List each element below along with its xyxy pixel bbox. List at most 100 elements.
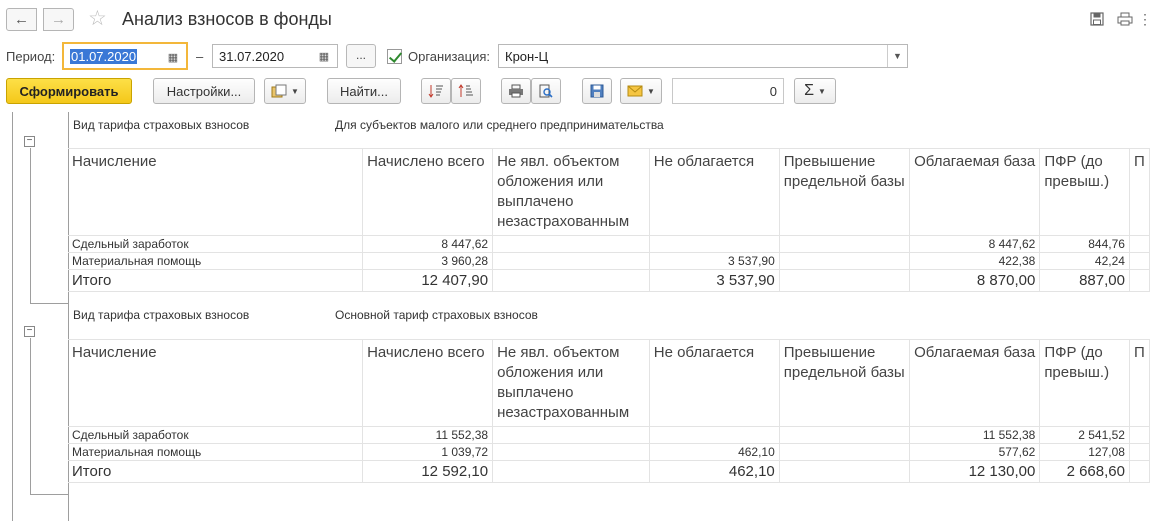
collapse-group-1-icon[interactable]: −: [24, 136, 35, 147]
save-report-button[interactable]: [582, 78, 612, 104]
group-1-bracket-end: [30, 303, 68, 304]
arrow-right-icon: →: [51, 11, 66, 28]
save-icon[interactable]: [1088, 10, 1106, 28]
date-to-value: 31.07.2020: [219, 49, 285, 64]
column-header: Не явл. объектом обложения или выплачено…: [492, 339, 650, 427]
table-cell: 42,24: [1039, 252, 1130, 270]
print-icon[interactable]: [1116, 10, 1134, 28]
organization-select[interactable]: Крон-Ц ▼: [498, 44, 908, 68]
sigma-icon: Σ: [804, 82, 814, 99]
settings-button[interactable]: Настройки...: [153, 78, 255, 104]
total-label: Итого: [68, 460, 364, 483]
table-cell: 8 447,62: [362, 235, 494, 253]
table-cell: Сдельный заработок: [68, 235, 364, 253]
table-cell: Материальная помощь: [68, 252, 364, 270]
table-cell: 3 537,90: [649, 252, 780, 270]
table-cell: Материальная помощь: [68, 443, 364, 461]
total-cell: 12 592,10: [362, 460, 494, 483]
total-cell: 12 130,00: [909, 460, 1041, 483]
envelope-icon: [627, 85, 643, 97]
table-cell: 577,62: [909, 443, 1041, 461]
total-cell: 12 407,90: [362, 269, 494, 292]
sort-ascending-button[interactable]: [421, 78, 451, 104]
print-button[interactable]: [501, 78, 531, 104]
send-email-button[interactable]: ▼: [620, 78, 662, 104]
sort-down-icon: [428, 85, 443, 98]
group-header: Вид тарифа страховых взносов Основной та…: [73, 308, 538, 322]
variant-menu-button[interactable]: ▼: [264, 78, 306, 104]
group-key-value: Для субъектов малого или среднего предпр…: [335, 118, 664, 132]
chevron-down-icon[interactable]: ▼: [887, 45, 907, 67]
report-variant-icon: [271, 84, 287, 98]
table-cell: 11 552,38: [909, 426, 1041, 444]
table-cell: [779, 235, 911, 253]
total-cell: [1129, 269, 1150, 292]
table-cell: [492, 252, 650, 270]
table-row[interactable]: Сдельный заработок 8 447,62 8 447,62 844…: [68, 235, 1150, 253]
period-select-button[interactable]: ...: [346, 44, 376, 68]
more-icon[interactable]: ⋮: [1138, 10, 1150, 28]
total-cell: [779, 269, 911, 292]
column-header: П: [1129, 148, 1150, 236]
favorite-star-icon[interactable]: ☆: [88, 7, 107, 31]
preview-icon: [539, 84, 553, 98]
total-cell: [1129, 460, 1150, 483]
organization-checkbox[interactable]: [387, 49, 402, 64]
column-header: ПФР (до превыш.): [1039, 339, 1130, 427]
column-header: Не облагается: [649, 148, 780, 236]
table-cell: [492, 443, 650, 461]
calendar-icon[interactable]: ▦: [313, 45, 335, 67]
back-button[interactable]: ←: [6, 8, 37, 31]
column-header: Не облагается: [649, 339, 780, 427]
column-header: Превышение предельной базы: [779, 148, 911, 236]
report-table: Начисление Начислено всего Не явл. объек…: [68, 148, 1150, 292]
forward-button[interactable]: →: [43, 8, 74, 31]
generate-button[interactable]: Сформировать: [6, 78, 132, 104]
total-cell: [779, 460, 911, 483]
total-row[interactable]: Итого 12 592,10 462,10 12 130,00 2 668,6…: [68, 460, 1150, 483]
report-area[interactable]: − − Вид тарифа страховых взносов Для суб…: [0, 112, 1150, 521]
date-from-field[interactable]: 01.07.2020 ▦: [62, 42, 188, 70]
group-key-label: Вид тарифа страховых взносов: [73, 118, 250, 132]
table-row[interactable]: Материальная помощь 1 039,72 462,10 577,…: [68, 443, 1150, 461]
table-row[interactable]: Материальная помощь 3 960,28 3 537,90 42…: [68, 252, 1150, 270]
calendar-icon[interactable]: ▦: [162, 46, 184, 68]
find-button[interactable]: Найти...: [327, 78, 401, 104]
column-header: П: [1129, 339, 1150, 427]
table-row[interactable]: Сдельный заработок 11 552,38 11 552,38 2…: [68, 426, 1150, 444]
table-header-row: Начисление Начислено всего Не явл. объек…: [68, 339, 1150, 427]
chevron-down-icon: ▼: [817, 86, 826, 96]
group-1-bracket: [30, 148, 31, 304]
collapse-group-2-icon[interactable]: −: [24, 326, 35, 337]
table-cell: 2 541,52: [1039, 426, 1130, 444]
column-header: ПФР (до превыш.): [1039, 148, 1130, 236]
sort-descending-button[interactable]: [451, 78, 481, 104]
table-cell: 422,38: [909, 252, 1041, 270]
date-to-field[interactable]: 31.07.2020 ▦: [212, 44, 338, 68]
table-header-row: Начисление Начислено всего Не явл. объек…: [68, 148, 1150, 236]
selection-sum-field[interactable]: 0: [672, 78, 784, 104]
total-row[interactable]: Итого 12 407,90 3 537,90 8 870,00 887,00: [68, 269, 1150, 292]
table-cell: 1 039,72: [362, 443, 494, 461]
preview-button[interactable]: [531, 78, 561, 104]
group-header: Вид тарифа страховых взносов Для субъект…: [73, 118, 664, 132]
chevron-down-icon: ▼: [647, 86, 655, 96]
sum-mode-button[interactable]: Σ ▼: [794, 78, 836, 104]
table-cell: [1129, 235, 1150, 253]
period-label: Период:: [6, 49, 56, 64]
filter-row: Период: 01.07.2020 ▦ – 31.07.2020 ▦ ... …: [0, 40, 1150, 72]
date-range-dash: –: [196, 49, 204, 64]
table-cell: [649, 235, 780, 253]
table-cell: 8 447,62: [909, 235, 1041, 253]
date-from-value: 01.07.2020: [70, 49, 138, 64]
column-header: Превышение предельной базы: [779, 339, 911, 427]
window-title: Анализ взносов в фонды: [122, 9, 332, 29]
table-cell: [492, 235, 650, 253]
total-cell: 8 870,00: [909, 269, 1041, 292]
column-header: Не явл. объектом обложения или выплачено…: [492, 148, 650, 236]
total-cell: 2 668,60: [1039, 460, 1130, 483]
total-cell: [492, 269, 650, 292]
group-2-bracket: [30, 338, 31, 495]
group-key-value: Основной тариф страховых взносов: [335, 308, 538, 322]
table-cell: [649, 426, 780, 444]
